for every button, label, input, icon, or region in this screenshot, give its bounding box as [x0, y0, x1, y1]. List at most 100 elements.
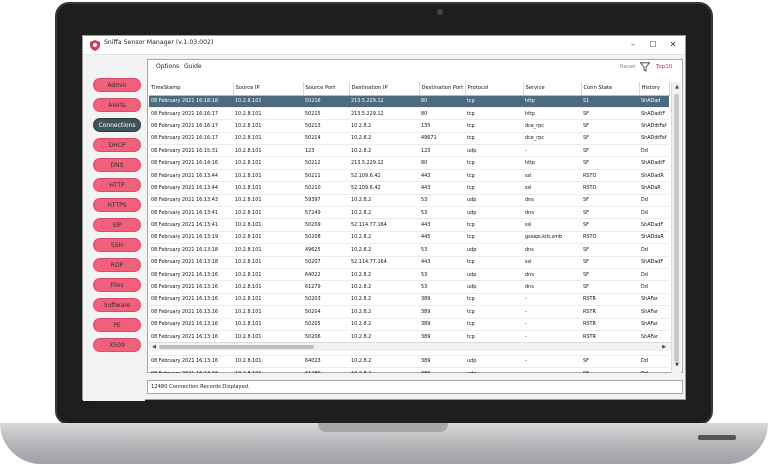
- sidebar-item-sip[interactable]: SIP: [93, 218, 141, 232]
- sidebar-item-files[interactable]: Files: [93, 278, 141, 292]
- table-cell: 52.114.77.164: [349, 256, 419, 269]
- table-cell: SF: [581, 194, 639, 208]
- table-cell: SF: [581, 367, 639, 373]
- table-row[interactable]: 08 February 2021 16:13:41 10.2.8.101 57249…: [149, 206, 669, 220]
- column-header-destination-port[interactable]: Destination Port: [419, 82, 466, 96]
- table-cell: ShADad: [639, 95, 669, 108]
- table-cell: 52.109.6.42: [349, 169, 419, 183]
- table-cell: 389: [419, 330, 465, 344]
- column-header-service[interactable]: Service: [523, 82, 582, 96]
- sidebar-item-ssh[interactable]: SSH: [93, 238, 141, 252]
- table-row[interactable]: 08 February 2021 16:16:17 10.2.8.101 50215…: [149, 107, 669, 121]
- table-row[interactable]: 08 February 2021 16:18:18 10.2.8.101 50216…: [149, 95, 669, 108]
- table-cell: RSTO: [581, 231, 639, 245]
- sidebar: Admin Alerts Connections DHCP DNS HTTP HTTPS SI…: [83, 55, 145, 408]
- table-cell: 08 February 2021 16:13:16: [149, 318, 233, 331]
- table-cell: 08 February 2021 16:16:17: [149, 107, 233, 121]
- menu-options[interactable]: Options: [156, 63, 179, 70]
- sidebar-item-https[interactable]: HTTPS: [93, 198, 141, 212]
- menu-guide[interactable]: Guide: [184, 63, 202, 70]
- table-cell: RSTO: [581, 181, 639, 195]
- top10-button[interactable]: Top10: [656, 64, 672, 70]
- table-row[interactable]: 08 February 2021 16:13:16 10.2.8.101 50205…: [149, 318, 669, 331]
- sidebar-item-dhcp[interactable]: DHCP: [93, 138, 141, 152]
- table-cell: 10.2.8.101: [233, 156, 303, 170]
- table-row[interactable]: 08 February 2021 16:16:17 10.2.8.101 50213…: [149, 119, 669, 133]
- sidebar-item-x509[interactable]: X509: [93, 338, 141, 352]
- column-header-protocol[interactable]: Protocol: [465, 82, 524, 96]
- scroll-up-icon[interactable]: ▲: [672, 84, 682, 90]
- sidebar-item-http[interactable]: HTTP: [93, 178, 141, 192]
- scroll-left-icon[interactable]: ◀: [149, 344, 159, 350]
- table-row[interactable]: 08 February 2021 16:13:43 10.2.8.101 59397…: [149, 194, 669, 208]
- maximize-button[interactable]: ☐: [647, 39, 659, 51]
- table-cell: 213.5.229.12: [349, 95, 419, 108]
- column-header-source-port[interactable]: Source Port: [303, 82, 350, 96]
- table-cell: ShADadF: [639, 256, 669, 269]
- table-cell: SF: [581, 132, 639, 146]
- column-header-source-ip[interactable]: Source IP: [233, 82, 304, 96]
- sidebar-item-pe[interactable]: PE: [93, 318, 141, 332]
- reset-button[interactable]: Reset: [620, 64, 635, 70]
- vertical-scroll-thumb[interactable]: [674, 94, 679, 362]
- sidebar-item-alerts[interactable]: Alerts: [93, 98, 141, 112]
- table-row[interactable]: 08 February 2021 16:13:16 10.2.8.101 50204…: [149, 305, 669, 319]
- table-cell: 10.2.8.101: [233, 280, 303, 294]
- table-cell: tcp: [465, 293, 523, 307]
- table-row[interactable]: 08 February 2021 16:14:16 10.2.8.101 50212…: [149, 156, 669, 170]
- table-cell: 10.2.8.2: [349, 305, 419, 319]
- table-row[interactable]: 08 February 2021 16:15:31 10.2.8.101 123 10…: [149, 144, 669, 158]
- table-cell: RSTR: [581, 293, 639, 307]
- table-cell: 389: [419, 318, 465, 331]
- table-cell: 80: [419, 107, 465, 121]
- toolbar: Options Guide Reset Top10: [148, 60, 682, 74]
- table-cell: 10.2.8.2: [349, 355, 419, 369]
- sidebar-item-connections[interactable]: Connections: [93, 118, 141, 132]
- scroll-right-icon[interactable]: ▶: [659, 344, 669, 350]
- table-row[interactable]: 08 February 2021 16:13:16 10.2.8.101 50206…: [149, 330, 669, 344]
- table-row[interactable]: 08 February 2021 16:13:1610.2.8.10161280…: [149, 367, 669, 373]
- table-cell: SF: [581, 119, 639, 133]
- table-cell: 08 February 2021 16:13:43: [149, 194, 233, 208]
- table-row[interactable]: 08 February 2021 16:13:44 10.2.8.101 50211…: [149, 169, 669, 183]
- table-cell: 10.2.8.2: [349, 194, 419, 208]
- filter-icon[interactable]: [640, 62, 650, 72]
- vertical-scrollbar[interactable]: ▲ ▼: [671, 82, 681, 373]
- column-header-timestamp[interactable]: TimeStamp: [149, 82, 234, 96]
- table-cell: 10.2.8.2: [349, 132, 419, 146]
- scroll-down-icon[interactable]: ▼: [672, 362, 682, 368]
- column-header-destination-ip[interactable]: Destination IP: [349, 82, 420, 96]
- horizontal-scrollbar[interactable]: ◀ ▶: [149, 342, 671, 351]
- table-cell: 64022: [303, 268, 349, 282]
- table-row[interactable]: 08 February 2021 16:13:41 10.2.8.101 50209…: [149, 218, 669, 232]
- table-row[interactable]: 08 February 2021 16:13:18 10.2.8.101 50207…: [149, 256, 669, 269]
- sidebar-item-dns[interactable]: DNS: [93, 158, 141, 172]
- table-cell: 50209: [303, 218, 349, 232]
- sidebar-item-rdp[interactable]: RDP: [93, 258, 141, 272]
- column-header-conn-state[interactable]: Conn State: [581, 82, 640, 96]
- table-row[interactable]: 08 February 2021 16:13:16 10.2.8.101 61279…: [149, 280, 669, 294]
- table-row[interactable]: 08 February 2021 16:13:19 10.2.8.101 50208…: [149, 231, 669, 245]
- column-header-history[interactable]: History: [639, 82, 670, 96]
- horizontal-scroll-thumb[interactable]: [159, 345, 314, 349]
- minimize-button[interactable]: –: [627, 39, 639, 51]
- sidebar-item-admin[interactable]: Admin: [93, 78, 141, 92]
- table-cell: 08 February 2021 16:13:19: [149, 231, 233, 245]
- table-cell: RSTO: [581, 169, 639, 183]
- table-cell: tcp: [465, 156, 523, 170]
- table-row[interactable]: 08 February 2021 16:13:16 10.2.8.101 50203…: [149, 293, 669, 307]
- sidebar-item-software[interactable]: Software: [93, 298, 141, 312]
- table-cell: 443: [419, 256, 465, 269]
- table-cell: 123: [419, 144, 465, 158]
- table-cell: SF: [581, 243, 639, 257]
- table-row[interactable]: 08 February 2021 16:16:17 10.2.8.101 50214…: [149, 132, 669, 146]
- table-row[interactable]: 08 February 2021 16:13:16 10.2.8.101 64023…: [149, 355, 669, 369]
- table-row[interactable]: 08 February 2021 16:13:16 10.2.8.101 64022…: [149, 268, 669, 282]
- table-cell: 08 February 2021 16:13:18: [149, 243, 233, 257]
- table-cell: 389: [419, 367, 465, 373]
- table-cell: 57249: [303, 206, 349, 220]
- table-row[interactable]: 08 February 2021 16:13:18 10.2.8.101 49625…: [149, 243, 669, 257]
- table-row[interactable]: 08 February 2021 16:13:44 10.2.8.101 50210…: [149, 181, 669, 195]
- close-button[interactable]: ✕: [667, 39, 679, 51]
- table-cell: Dd: [639, 243, 669, 257]
